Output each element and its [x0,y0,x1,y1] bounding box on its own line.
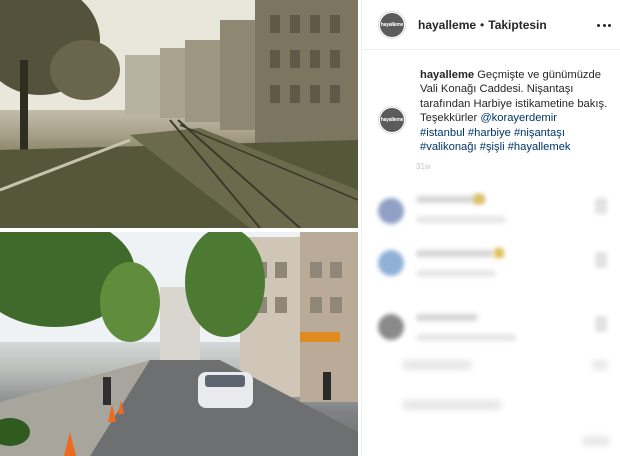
hashtag[interactable]: #istanbul [420,127,465,139]
historic-street-photo [0,0,358,228]
hashtag[interactable]: #harbiye [468,127,511,139]
hashtag[interactable]: #şişli [480,141,505,153]
modern-street-photo [0,232,358,456]
post-media[interactable] [0,0,360,456]
comment-avatar [378,198,404,224]
comment-meta [416,334,516,341]
comment-emoji [474,194,484,204]
caption-mention[interactable]: @korayerdemir [480,112,557,124]
historic-street-illustration [0,0,358,228]
header-separator: • [480,17,485,32]
caption-username[interactable]: hayalleme [420,69,474,81]
hashtag[interactable]: #valikonağı [420,141,477,153]
hashtag[interactable]: #nişantaşı [514,127,565,139]
comment-row-blurred [362,308,620,348]
caption-text: hayalleme Geçmişte ve günümüzde Vali Kon… [420,68,614,154]
author-username[interactable]: hayalleme [418,18,476,32]
comment-emoji [494,248,504,258]
post-button-blurred [582,436,610,446]
more-options-icon[interactable] [597,18,611,32]
comment-avatar [378,314,404,340]
author-avatar[interactable]: hayalleme [378,10,406,39]
likes-blurred [402,400,502,410]
hashtag[interactable]: #hayallemek [508,141,571,153]
post-caption: hayalleme hayalleme Geçmişte ve günümüzd… [378,68,614,154]
comment-row-blurred [362,190,620,230]
caption-avatar-logo: hayalleme [380,108,404,132]
comment-like-icon [595,316,607,332]
caption-avatar[interactable]: hayalleme [378,106,406,134]
follow-status-button[interactable]: Takiptesin [488,18,546,32]
modern-street-illustration [0,232,358,456]
comment-row-blurred [362,244,620,284]
save-icon-blurred [592,360,608,370]
action-bar-blurred [402,360,472,370]
author-avatar-logo: hayalleme [380,12,404,37]
comment-line [416,250,494,257]
comment-meta [416,216,506,223]
comment-line [416,314,478,321]
comment-avatar [378,250,404,276]
comment-like-icon [595,252,607,268]
post-side-panel: hayalleme hayalleme • Takiptesin hayalle… [361,0,620,456]
post-header: hayalleme hayalleme • Takiptesin [362,0,620,50]
post-time-faint: 31w [416,162,431,171]
comment-like-icon [595,198,607,214]
comment-meta [416,270,496,277]
